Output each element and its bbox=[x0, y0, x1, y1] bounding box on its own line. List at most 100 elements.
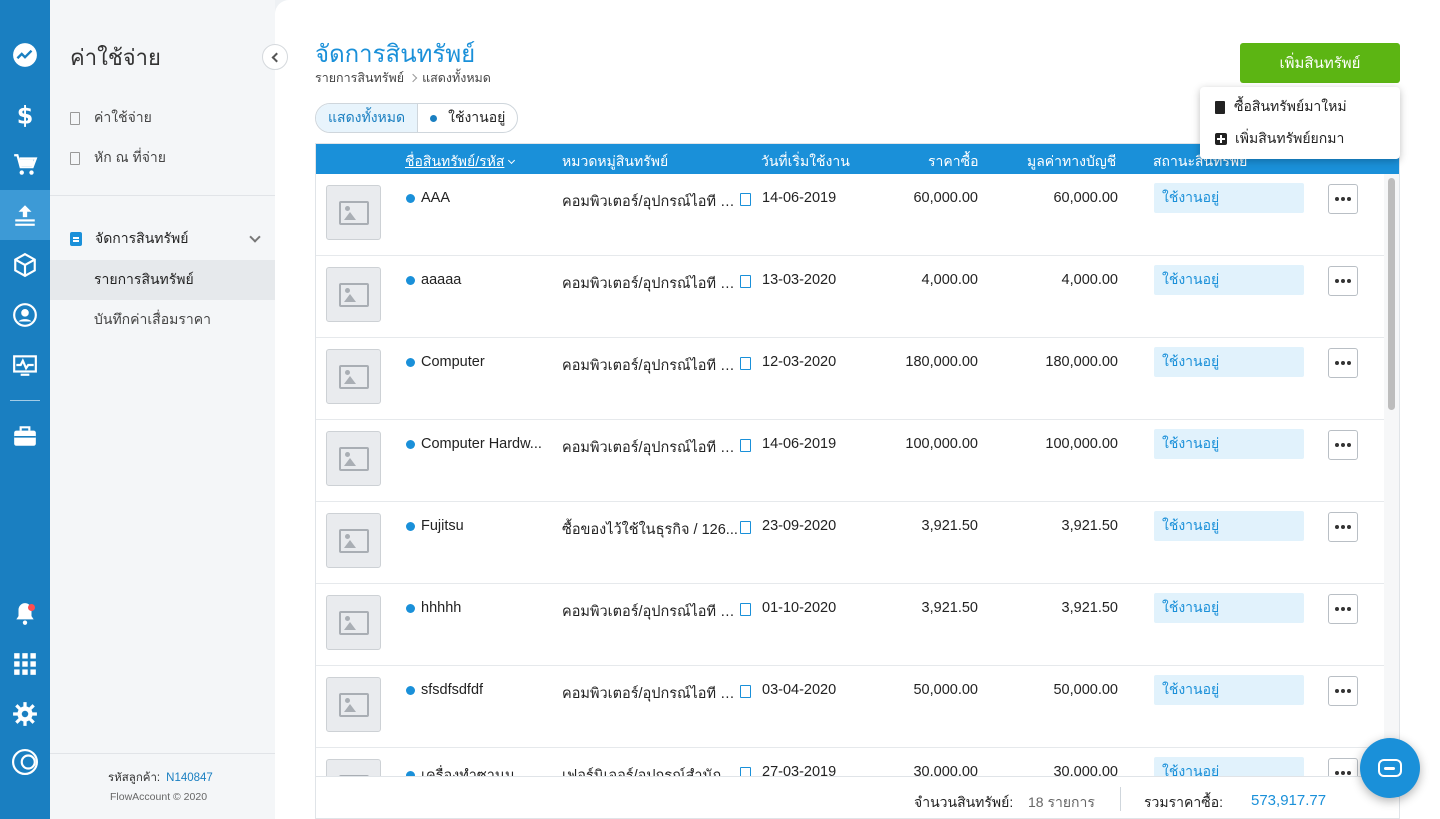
menu-item-add-carried-asset[interactable]: เพิ่มสินทรัพย์ยกมา bbox=[1215, 127, 1344, 151]
document-note-icon[interactable] bbox=[740, 357, 751, 370]
asset-count-value: 18 รายการ bbox=[1028, 794, 1095, 810]
add-asset-button[interactable]: เพิ่มสินทรัพย์ bbox=[1240, 43, 1400, 83]
asset-name: hhhhh bbox=[421, 600, 462, 616]
more-dot bbox=[1335, 771, 1339, 775]
asset-category: คอมพิวเตอร์/อุปกรณ์ไอที / 1... bbox=[562, 604, 738, 620]
document-note-icon[interactable] bbox=[740, 193, 751, 206]
table-summary: จำนวนสินทรัพย์: 18 รายการ รวมราคาซื้อ: 5… bbox=[316, 776, 1399, 818]
document-note-icon[interactable] bbox=[740, 603, 751, 616]
more-dot bbox=[1341, 197, 1345, 201]
add-asset-dropdown: ซื้อสินทรัพย์มาใหม่ เพิ่มสินทรัพย์ยกมา bbox=[1200, 87, 1400, 159]
row-actions-button[interactable] bbox=[1328, 348, 1358, 378]
svg-text:$: $ bbox=[17, 102, 34, 128]
filter-show-all[interactable]: แสดงทั้งหมด bbox=[316, 104, 419, 132]
table-row[interactable]: Computer คอมพิวเตอร์/อุปกรณ์ไอที / 1... 12… bbox=[316, 338, 1384, 420]
asset-name-cell[interactable]: Computer bbox=[406, 354, 556, 370]
sidebar-item-label: หัก ณ ที่จ่าย bbox=[94, 149, 166, 165]
asset-name-cell[interactable]: Fujitsu bbox=[406, 518, 556, 534]
breadcrumb-item[interactable]: รายการสินทรัพย์ bbox=[315, 68, 404, 88]
document-note-icon[interactable] bbox=[740, 439, 751, 452]
asset-book-value: 100,000.00 bbox=[1045, 436, 1118, 452]
document-note-icon[interactable] bbox=[740, 521, 751, 534]
more-dot bbox=[1341, 443, 1345, 447]
table-row[interactable]: aaaaa คอมพิวเตอร์/อุปกรณ์ไอที / 1... 13-03… bbox=[316, 256, 1384, 338]
plus-square-icon bbox=[1215, 133, 1227, 145]
bell-icon[interactable] bbox=[0, 589, 50, 639]
table-row[interactable]: sfsdfsdfdf คอมพิวเตอร์/อุปกรณ์ไอที / 1...… bbox=[316, 666, 1384, 748]
asset-name-cell[interactable]: Computer Hardw... bbox=[406, 436, 556, 452]
menu-item-buy-new-asset[interactable]: ซื้อสินทรัพย์มาใหม่ bbox=[1215, 95, 1347, 119]
status-badge: ใช้งานอยู่ bbox=[1154, 511, 1304, 541]
table-scrollbar[interactable] bbox=[1384, 174, 1399, 784]
status-dot-icon bbox=[406, 521, 415, 531]
asset-category: คอมพิวเตอร์/อุปกรณ์ไอที / 1... bbox=[562, 686, 738, 702]
more-dot bbox=[1335, 607, 1339, 611]
image-placeholder-icon bbox=[338, 200, 369, 225]
clipboard-icon bbox=[70, 232, 82, 246]
more-dot bbox=[1347, 279, 1351, 283]
customer-code: รหัสลูกค้า: N140847 bbox=[108, 769, 213, 787]
more-dot bbox=[1341, 689, 1345, 693]
asset-book-value: 4,000.00 bbox=[1061, 272, 1118, 288]
scroll-thumb[interactable] bbox=[1388, 178, 1395, 410]
asset-name: AAA bbox=[421, 190, 451, 206]
row-actions-button[interactable] bbox=[1328, 266, 1358, 296]
filter-active[interactable]: ใช้งานอยู่ bbox=[418, 104, 517, 132]
report-pulse-icon[interactable] bbox=[0, 340, 50, 390]
sidebar-title: ค่าใช้จ่าย bbox=[70, 45, 161, 70]
chat-button[interactable] bbox=[1360, 738, 1420, 798]
asset-name: sfsdfsdfdf bbox=[421, 682, 484, 698]
document-note-icon[interactable] bbox=[740, 275, 751, 288]
sidebar-group-asset-management[interactable]: จัดการสินทรัพย์ bbox=[70, 228, 265, 250]
column-header-category: หมวดหมู่สินทรัพย์ bbox=[562, 153, 669, 169]
flowaccount-logo-icon[interactable] bbox=[0, 737, 50, 787]
asset-thumbnail bbox=[326, 185, 381, 240]
apps-grid-icon[interactable] bbox=[0, 639, 50, 689]
contact-icon[interactable] bbox=[0, 290, 50, 340]
asset-name-cell[interactable]: sfsdfsdfdf bbox=[406, 682, 556, 698]
sidebar-item-withholding[interactable]: หัก ณ ที่จ่าย bbox=[70, 147, 166, 169]
sidebar-item-expenses[interactable]: ค่าใช้จ่าย bbox=[70, 107, 152, 129]
status-badge: ใช้งานอยู่ bbox=[1154, 183, 1304, 213]
document-icon bbox=[70, 151, 80, 165]
asset-name-cell[interactable]: aaaaa bbox=[406, 272, 556, 288]
document-note-icon[interactable] bbox=[740, 685, 751, 698]
dollar-icon[interactable]: $ bbox=[0, 90, 50, 140]
status-badge: ใช้งานอยู่ bbox=[1154, 675, 1304, 705]
table-row[interactable]: AAA คอมพิวเตอร์/อุปกรณ์ไอที / 1... 14-06-2… bbox=[316, 174, 1384, 256]
asset-upload-icon[interactable] bbox=[0, 190, 50, 240]
row-actions-button[interactable] bbox=[1328, 512, 1358, 542]
collapse-sidebar-button[interactable] bbox=[262, 44, 288, 70]
asset-name-cell[interactable]: AAA bbox=[406, 190, 556, 206]
status-dot-icon bbox=[406, 275, 415, 285]
gear-icon[interactable] bbox=[0, 689, 50, 739]
asset-name: Computer bbox=[421, 354, 485, 370]
more-dot bbox=[1347, 689, 1351, 693]
more-dot bbox=[1335, 525, 1339, 529]
table-row[interactable]: hhhhh คอมพิวเตอร์/อุปกรณ์ไอที / 1... 01-10… bbox=[316, 584, 1384, 666]
more-dot bbox=[1335, 689, 1339, 693]
asset-start-date: 13-03-2020 bbox=[762, 272, 837, 288]
cart-icon[interactable] bbox=[0, 140, 50, 190]
asset-name-cell[interactable]: hhhhh bbox=[406, 600, 556, 616]
row-actions-button[interactable] bbox=[1328, 184, 1358, 214]
briefcase-icon[interactable] bbox=[0, 411, 50, 461]
asset-start-date: 01-10-2020 bbox=[762, 600, 837, 616]
status-badge: ใช้งานอยู่ bbox=[1154, 593, 1304, 623]
sidebar-item-depreciation[interactable]: บันทึกค่าเสื่อมราคา bbox=[50, 300, 275, 340]
dashboard-icon[interactable] bbox=[0, 30, 50, 80]
column-header-name[interactable]: ชื่อสินทรัพย์/รหัส bbox=[405, 151, 516, 173]
table-row[interactable]: Computer Hardw... คอมพิวเตอร์/อุปกรณ์ไอที… bbox=[316, 420, 1384, 502]
image-placeholder-icon bbox=[338, 364, 369, 389]
sidebar-item-asset-list[interactable]: รายการสินทรัพย์ bbox=[50, 260, 275, 300]
box-icon[interactable] bbox=[0, 240, 50, 290]
asset-price: 3,921.50 bbox=[921, 600, 978, 616]
table-row[interactable]: Fujitsu ซื้อของไว้ใช้ในธุรกิจ / 126... 23-… bbox=[316, 502, 1384, 584]
row-actions-button[interactable] bbox=[1328, 594, 1358, 624]
row-actions-button[interactable] bbox=[1328, 676, 1358, 706]
sidebar-item-label: รายการสินทรัพย์ bbox=[94, 271, 194, 287]
total-price-label: รวมราคาซื้อ: bbox=[1144, 794, 1224, 810]
asset-category: คอมพิวเตอร์/อุปกรณ์ไอที / 1... bbox=[562, 194, 738, 210]
row-actions-button[interactable] bbox=[1328, 430, 1358, 460]
asset-thumbnail bbox=[326, 513, 381, 568]
